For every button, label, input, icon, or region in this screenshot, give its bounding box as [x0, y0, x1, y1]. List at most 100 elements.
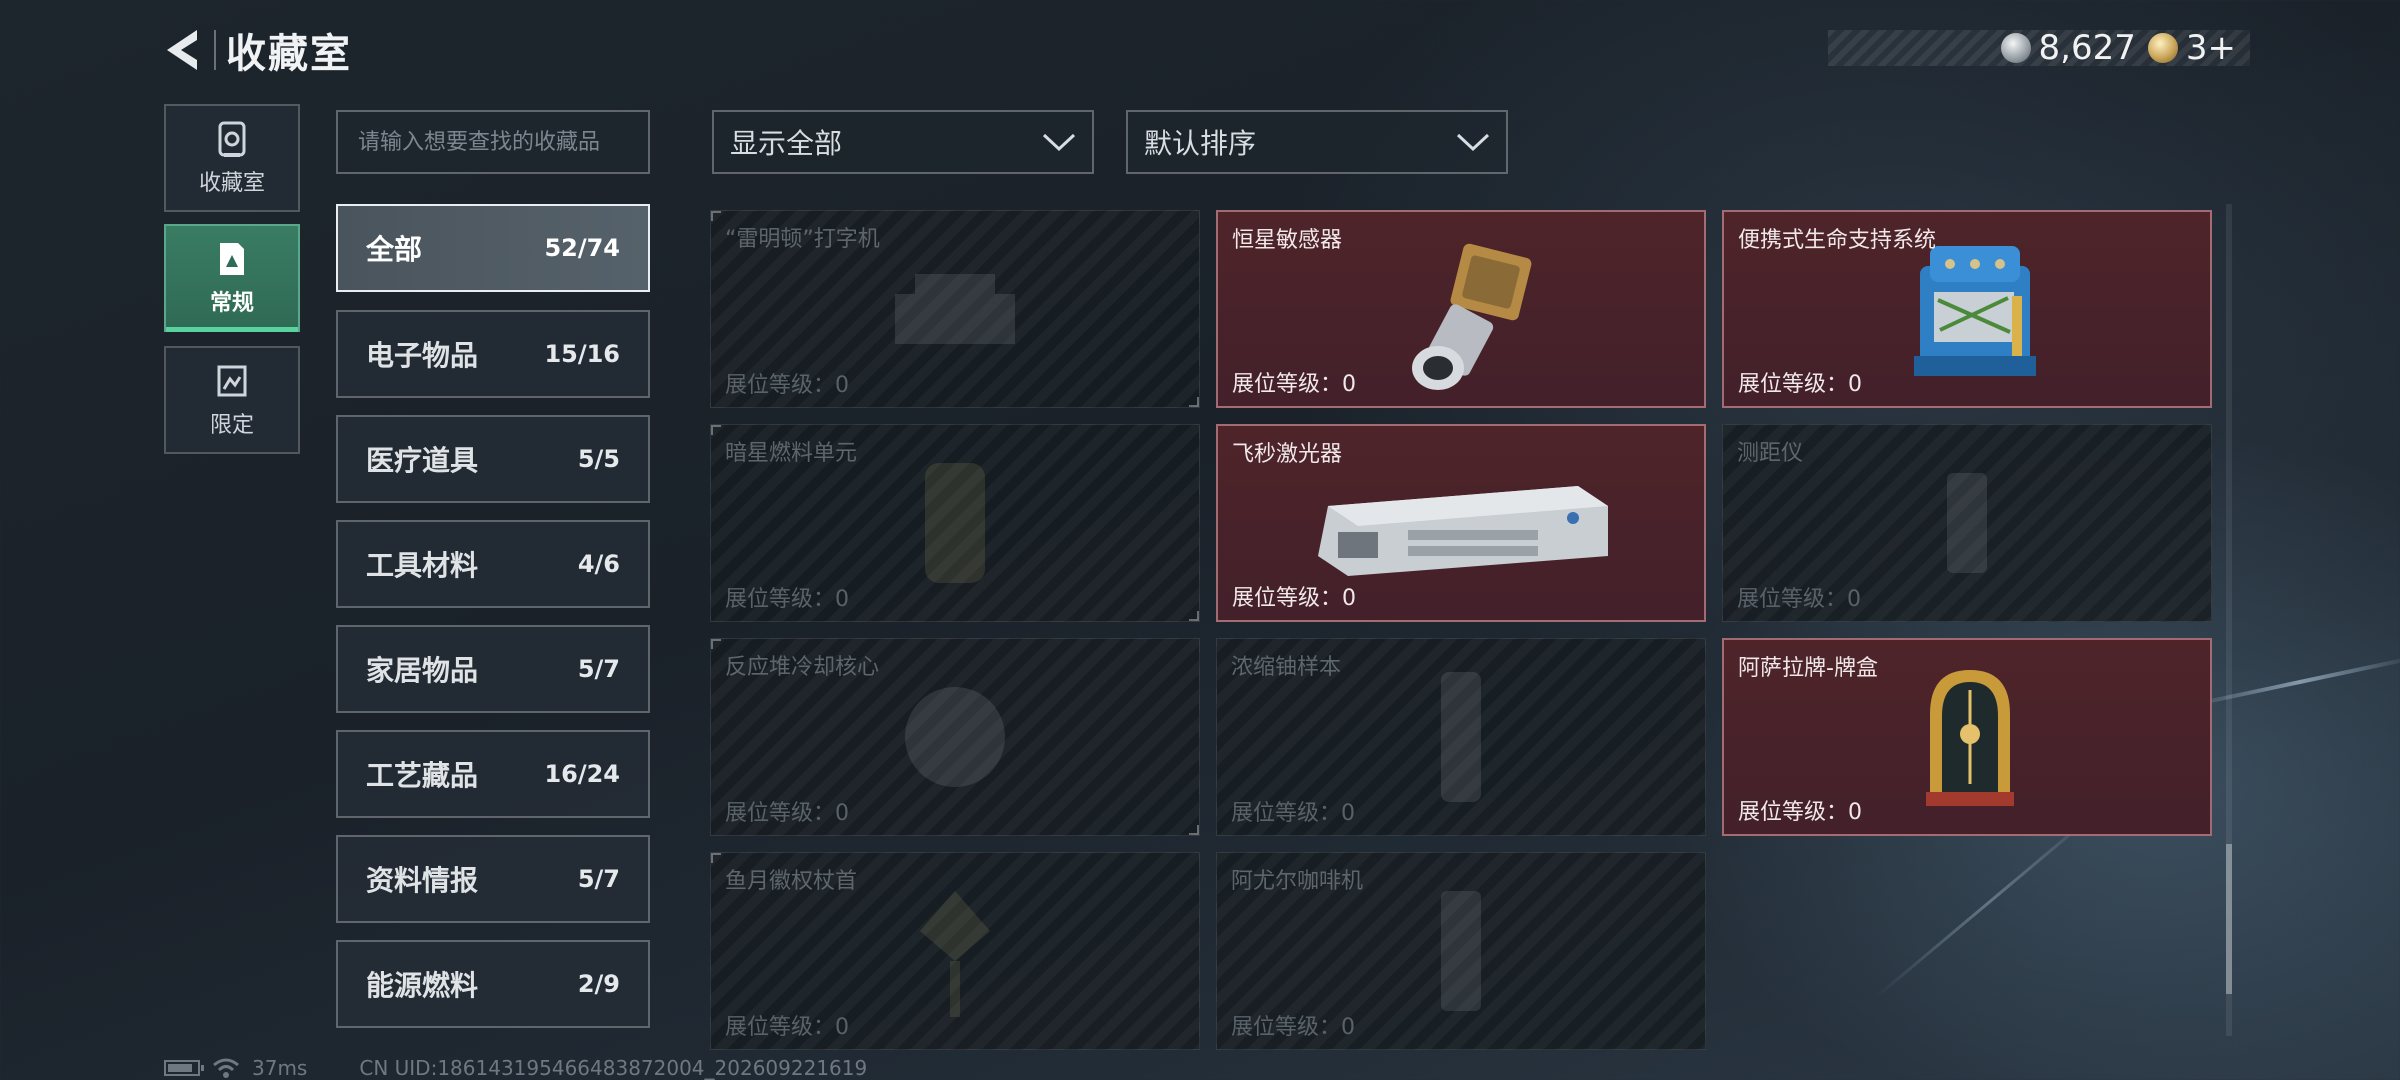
card-box-icon	[1926, 670, 2014, 806]
item-level: 展位等级：0	[1231, 1015, 1355, 1040]
item-level: 展位等级：0	[725, 1015, 849, 1040]
item-level: 展位等级：0	[1738, 372, 1862, 397]
category-household[interactable]: 家居物品 5/7	[336, 625, 650, 713]
collection-card[interactable]: 反应堆冷却核心 展位等级：0	[710, 638, 1200, 836]
category-count: 5/7	[577, 865, 620, 893]
side-tab-label: 收藏室	[198, 171, 265, 196]
femtosecond-laser-icon	[1318, 486, 1608, 576]
item-name: 反应堆冷却核心	[725, 655, 880, 680]
collection-card[interactable]: 恒星敏感器 展位等级：0	[1216, 210, 1706, 408]
category-energy[interactable]: 能源燃料 2/9	[336, 940, 650, 1028]
category-name: 工具材料	[366, 549, 479, 582]
life-support-system-icon	[1914, 246, 2036, 376]
filter-dropdown[interactable]: 显示全部	[712, 110, 1094, 174]
side-tab-collection-room[interactable]: 收藏室	[164, 104, 300, 212]
item-level: 展位等级：0	[1738, 800, 1862, 825]
item-level: 展位等级：0	[1232, 586, 1356, 611]
coffee-machine-silhouette-icon	[1441, 891, 1481, 1011]
collection-card[interactable]: 浓缩铀样本 展位等级：0	[1216, 638, 1706, 836]
ping-value: 37ms	[252, 1056, 308, 1080]
category-crafts[interactable]: 工艺藏品 16/24	[336, 730, 650, 818]
collection-card[interactable]: 阿尤尔咖啡机 展位等级：0	[1216, 852, 1706, 1050]
search-input[interactable]	[336, 110, 650, 174]
item-name: 阿尤尔咖啡机	[1231, 869, 1364, 894]
card-corner	[711, 853, 721, 863]
regular-icon	[220, 243, 244, 275]
scepter-silhouette-icon	[920, 891, 990, 1017]
collection-room-icon	[218, 121, 246, 157]
category-name: 全部	[366, 233, 423, 266]
grid-scrollbar[interactable]	[2226, 204, 2232, 1036]
chevron-down-icon	[1456, 133, 1490, 152]
header-divider	[214, 30, 216, 70]
side-tab-label: 限定	[209, 413, 254, 438]
category-count: 15/16	[544, 340, 620, 368]
category-electronics[interactable]: 电子物品 15/16	[336, 310, 650, 398]
page-title: 收藏室	[226, 31, 352, 77]
back-button[interactable]	[160, 27, 206, 73]
scrollbar-thumb[interactable]	[2226, 844, 2232, 994]
item-name: “雷明顿”打字机	[725, 227, 880, 252]
card-corner	[1189, 397, 1199, 407]
rangefinder-silhouette-icon	[1947, 473, 1987, 573]
collection-card[interactable]: 阿萨拉牌-牌盒 展位等级：0	[1722, 638, 2212, 836]
silver-coin-icon	[2000, 33, 2031, 63]
side-tab-limited[interactable]: 限定	[164, 346, 300, 454]
uid-text: CN UID:18614319546648387200​4_2026092216…	[359, 1056, 868, 1080]
category-name: 工艺藏品	[366, 759, 479, 792]
item-level: 展位等级：0	[1737, 587, 1861, 612]
currency-silver: 8,627	[2000, 28, 2136, 68]
currency-gold: 3+	[2147, 28, 2236, 68]
item-name: 便携式生命支持系统	[1738, 228, 1937, 253]
card-corner	[1189, 825, 1199, 835]
category-tools[interactable]: 工具材料 4/6	[336, 520, 650, 608]
star-sensor-icon	[1412, 243, 1532, 390]
collection-card[interactable]: “雷明顿”打字机 展位等级：0	[710, 210, 1200, 408]
category-intel[interactable]: 资料情报 5/7	[336, 835, 650, 923]
category-count: 52/74	[544, 234, 620, 262]
typewriter-silhouette-icon	[895, 274, 1015, 344]
page-header: 收藏室	[160, 22, 352, 78]
item-name: 鱼月徽权杖首	[725, 869, 858, 894]
fuel-cell-silhouette-icon	[925, 463, 985, 583]
category-name: 家居物品	[366, 654, 479, 687]
reactor-core-silhouette-icon	[905, 687, 1005, 787]
battery-icon	[164, 1060, 204, 1076]
status-bar: 37ms CN UID:18614319546648387200​4_20260…	[164, 1056, 867, 1080]
gold-badge-icon	[2147, 33, 2178, 63]
item-level: 展位等级：0	[1232, 372, 1356, 397]
item-name: 恒星敏感器	[1232, 228, 1343, 253]
uranium-sample-silhouette-icon	[1441, 672, 1481, 802]
category-count: 4/6	[577, 550, 620, 578]
item-level: 展位等级：0	[725, 373, 849, 398]
item-name: 测距仪	[1737, 441, 1804, 466]
chevron-down-icon	[1042, 133, 1076, 152]
item-level: 展位等级：0	[725, 587, 849, 612]
item-name: 浓缩铀样本	[1231, 655, 1342, 680]
currency-value: 3+	[2185, 28, 2236, 68]
limited-icon	[217, 365, 247, 397]
item-name: 暗星燃料单元	[725, 441, 858, 466]
sort-dropdown[interactable]: 默认排序	[1126, 110, 1508, 174]
category-name: 资料情报	[366, 864, 479, 897]
collection-card[interactable]: 暗星燃料单元 展位等级：0	[710, 424, 1200, 622]
side-tab-regular[interactable]: 常规	[164, 224, 300, 332]
collection-card[interactable]: 测距仪 展位等级：0	[1722, 424, 2212, 622]
wifi-icon	[213, 1058, 239, 1078]
collection-card[interactable]: 鱼月徽权杖首 展位等级：0	[710, 852, 1200, 1050]
collection-card[interactable]: 便携式生命支持系统 展位等级：0	[1722, 210, 2212, 408]
collection-card[interactable]: 飞秒激光器 展位等级：0	[1216, 424, 1706, 622]
item-level: 展位等级：0	[725, 801, 849, 826]
category-count: 16/24	[544, 760, 620, 788]
currency-bar: 8,627 3+	[1828, 28, 2250, 68]
category-medical[interactable]: 医疗道具 5/5	[336, 415, 650, 503]
item-name: 阿萨拉牌-牌盒	[1738, 656, 1878, 681]
item-name: 飞秒激光器	[1232, 442, 1343, 467]
card-corner	[711, 425, 721, 435]
category-count: 2/9	[577, 970, 620, 998]
category-name: 医疗道具	[366, 444, 479, 477]
currency-value: 8,627	[2038, 28, 2136, 68]
sort-dropdown-value: 默认排序	[1144, 127, 1257, 160]
category-all[interactable]: 全部 52/74	[336, 204, 650, 292]
card-corner	[1189, 611, 1199, 621]
